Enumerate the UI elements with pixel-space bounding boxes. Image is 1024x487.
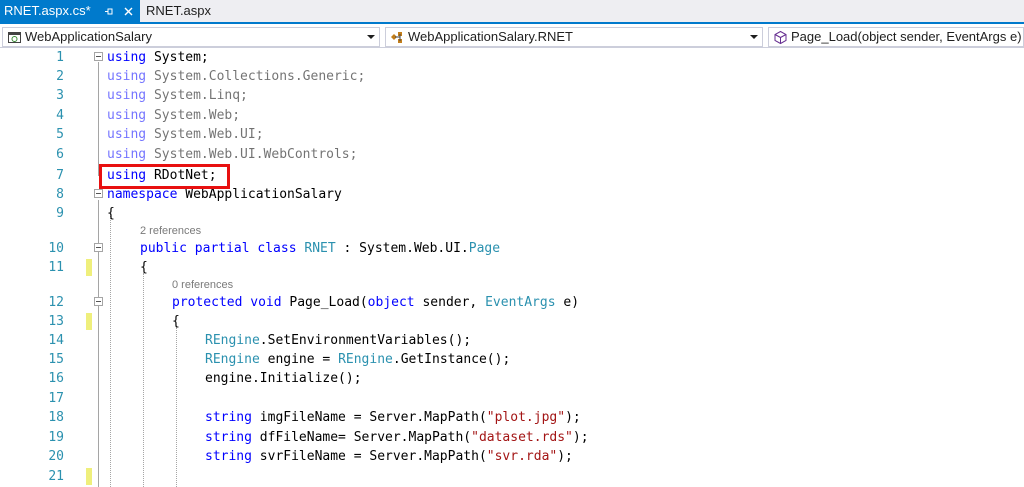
chevron-down-icon (367, 35, 375, 39)
line-number: 8 (56, 187, 64, 202)
code-line-18: 18 string imgFileName = Server.MapPath("… (0, 408, 1024, 427)
line-number: 15 (48, 352, 64, 367)
class-name: WebApplicationSalary.RNET (408, 29, 573, 44)
chevron-down-icon (750, 35, 758, 39)
line-number: 1 (56, 50, 64, 65)
code-text: engine.Initialize(); (205, 371, 362, 386)
line-number: 13 (48, 314, 64, 329)
pin-icon[interactable] (100, 0, 116, 22)
code-text: using System.Web.UI.WebControls; (107, 147, 358, 162)
code-text: using System.Linq; (107, 88, 248, 103)
code-line-13: 13 { (0, 312, 1024, 331)
unsaved-change-marker (86, 468, 92, 485)
code-line-12: 12 protected void Page_Load(object sende… (0, 293, 1024, 312)
highlight-annotation-box (99, 164, 230, 189)
code-text: { (172, 314, 180, 329)
line-number: 11 (48, 260, 64, 275)
code-line-9: 9 { (0, 204, 1024, 223)
member-name: Page_Load(object sender, EventArgs e) (791, 29, 1022, 44)
collapse-icon[interactable] (94, 52, 103, 61)
code-text: REngine.SetEnvironmentVariables(); (205, 333, 472, 348)
document-tab-strip: RNET.aspx.cs* RNET.aspx (0, 0, 1024, 24)
code-text: using System; (107, 50, 209, 65)
code-text: using System.Web.UI; (107, 127, 264, 142)
line-number: 4 (56, 108, 64, 123)
collapse-icon[interactable] (94, 243, 103, 252)
code-line-6: 6 using System.Web.UI.WebControls; (0, 145, 1024, 164)
line-number: 19 (48, 430, 64, 445)
code-line-15: 15 REngine engine = REngine.GetInstance(… (0, 350, 1024, 369)
method-icon (773, 30, 788, 45)
line-number: 7 (56, 168, 64, 183)
line-number: 3 (56, 88, 64, 103)
code-line-20: 20 string svrFileName = Server.MapPath("… (0, 447, 1024, 466)
class-dropdown[interactable]: WebApplicationSalary.RNET (385, 27, 763, 47)
code-line-5: 5 using System.Web.UI; (0, 125, 1024, 144)
class-icon (390, 30, 405, 45)
line-number: 21 (48, 469, 64, 484)
code-line-21: 21 (0, 467, 1024, 486)
code-text: string svrFileName = Server.MapPath("svr… (205, 449, 573, 464)
web-project-icon (7, 30, 22, 45)
code-text: protected void Page_Load(object sender, … (172, 295, 580, 310)
code-line-11: 11 { (0, 258, 1024, 277)
line-number: 16 (48, 371, 64, 386)
code-text: { (107, 206, 115, 221)
code-text: REngine engine = REngine.GetInstance(); (205, 352, 511, 367)
code-text: { (140, 260, 148, 275)
line-number: 14 (48, 333, 64, 348)
line-number: 6 (56, 147, 64, 162)
code-text: using System.Collections.Generic; (107, 69, 366, 84)
close-icon[interactable] (120, 0, 136, 22)
collapse-icon[interactable] (94, 189, 103, 198)
code-line-17: 17 (0, 389, 1024, 408)
tab-rnet-aspx-cs[interactable]: RNET.aspx.cs* (0, 0, 140, 22)
code-line-2: 2 using System.Collections.Generic; (0, 67, 1024, 86)
code-line-14: 14 REngine.SetEnvironmentVariables(); (0, 331, 1024, 350)
collapse-icon[interactable] (94, 297, 103, 306)
code-line-19: 19 string dfFileName= Server.MapPath("da… (0, 428, 1024, 447)
code-line-3: 3 using System.Linq; (0, 86, 1024, 105)
line-number: 17 (48, 391, 64, 406)
line-number: 9 (56, 206, 64, 221)
code-text: string dfFileName= Server.MapPath("datas… (205, 430, 589, 445)
code-text: public partial class RNET : System.Web.U… (140, 241, 501, 256)
code-line-10: 10 public partial class RNET : System.We… (0, 239, 1024, 258)
line-number: 20 (48, 449, 64, 464)
code-editor[interactable]: 1 using System; 2 using System.Collectio… (0, 48, 1024, 487)
line-number: 12 (48, 295, 64, 310)
project-dropdown[interactable]: WebApplicationSalary (2, 27, 380, 47)
tab-label: RNET.aspx (146, 3, 212, 18)
line-number: 5 (56, 127, 64, 142)
code-text: using System.Web; (107, 108, 241, 123)
code-line-16: 16 engine.Initialize(); (0, 369, 1024, 388)
line-number: 2 (56, 69, 64, 84)
project-name: WebApplicationSalary (25, 29, 152, 44)
code-line-1: 1 using System; (0, 48, 1024, 67)
member-dropdown[interactable]: Page_Load(object sender, EventArgs e) (768, 27, 1024, 47)
code-text: string imgFileName = Server.MapPath("plo… (205, 410, 581, 425)
unsaved-change-marker (86, 259, 92, 276)
line-number: 10 (48, 241, 64, 256)
code-line-4: 4 using System.Web; (0, 106, 1024, 125)
line-number: 18 (48, 410, 64, 425)
unsaved-change-marker (86, 313, 92, 330)
navigation-bar: WebApplicationSalary WebApplicationSalar… (0, 26, 1024, 48)
tab-label: RNET.aspx.cs* (4, 3, 91, 18)
tab-rnet-aspx[interactable]: RNET.aspx (142, 0, 222, 22)
